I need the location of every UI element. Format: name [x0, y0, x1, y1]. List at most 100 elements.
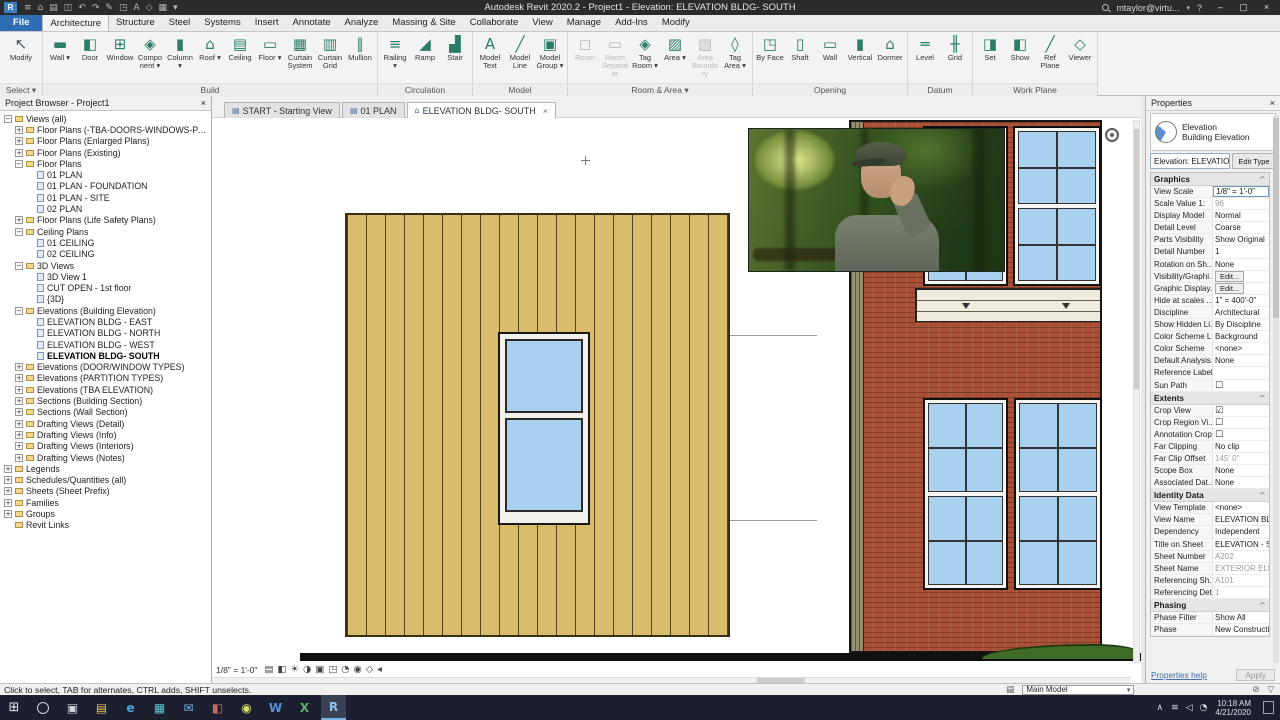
tab-steel[interactable]: Steel	[162, 14, 198, 31]
tree-item-elevation-bldg-west[interactable]: ELEVATION BLDG - WEST	[0, 339, 211, 350]
measure-icon[interactable]: ◳	[116, 3, 131, 13]
revit-icon[interactable]: R	[321, 695, 346, 720]
expand-icon[interactable]: +	[15, 137, 23, 146]
tool-ceiling[interactable]: ▤ Ceiling	[225, 33, 255, 83]
tab-collaborate[interactable]: Collaborate	[463, 14, 526, 31]
type-preview[interactable]: Elevation Building Elevation	[1150, 113, 1276, 151]
edit-button[interactable]: Edit...	[1215, 270, 1245, 282]
sun-path-icon[interactable]: ☀	[290, 664, 299, 675]
tool-grid[interactable]: ╫ Grid	[940, 33, 970, 83]
tool-area[interactable]: ▨ Area ▾	[660, 33, 690, 83]
expand-icon[interactable]: −	[4, 114, 12, 123]
tree-item-3d-view-1[interactable]: 3D View 1	[0, 271, 211, 282]
qat-more-icon[interactable]: ▾	[170, 3, 181, 13]
tool-wall[interactable]: ▬ Wall ▾	[45, 33, 75, 83]
network-icon[interactable]: ≋	[1171, 703, 1179, 713]
tree-item-floor-plans[interactable]: − Floor Plans	[0, 158, 211, 169]
user-menu-icon[interactable]: ▾	[1186, 4, 1190, 12]
edit-type-button[interactable]: Edit Type	[1232, 153, 1276, 169]
tool-tag-room[interactable]: ◈ Tag Room ▾	[630, 33, 660, 83]
tree-item-views-all[interactable]: − Views (all)	[0, 113, 211, 124]
tool-model-group[interactable]: ▣ Model Group ▾	[535, 33, 565, 83]
tool-ramp[interactable]: ◢ Ramp	[410, 33, 440, 83]
properties-scrollbar-thumb[interactable]	[1273, 118, 1279, 318]
tree-item-elevations-door-window-types[interactable]: + Elevations (DOOR/WINDOW TYPES)	[0, 362, 211, 373]
tool-column[interactable]: ▮ Column ▾	[165, 33, 195, 83]
temporary-view-properties-icon[interactable]: ◇	[366, 664, 373, 675]
prop-value[interactable]: Show Original	[1213, 234, 1269, 245]
type-selector[interactable]: Elevation: ELEVATION B ▾	[1150, 153, 1230, 169]
prop-value[interactable]: Edit...	[1213, 270, 1269, 282]
taskbar-clock[interactable]: 10:18 AM 4/21/2020	[1215, 699, 1251, 717]
tray-chevron-up-icon[interactable]: ∧	[1156, 703, 1163, 713]
tab-modify[interactable]: Modify	[655, 14, 697, 31]
tool-show[interactable]: ◧ Show	[1005, 33, 1035, 83]
prop-value[interactable]: Edit...	[1213, 282, 1269, 294]
tree-item-elevations-tba-elevation[interactable]: + Elevations (TBA ELEVATION)	[0, 384, 211, 395]
prop-value[interactable]: Normal	[1213, 210, 1269, 221]
properties-close-icon[interactable]: ×	[1270, 98, 1275, 108]
tree-item-drafting-views-info[interactable]: + Drafting Views (Info)	[0, 429, 211, 440]
tool-set[interactable]: ◨ Set	[975, 33, 1005, 83]
view-tab-01-plan[interactable]: ▤ 01 PLAN	[341, 102, 405, 118]
prop-value[interactable]: 1" = 400'-0"	[1213, 295, 1269, 306]
tool-model-line[interactable]: ╱ Model Line	[505, 33, 535, 83]
tab-systems[interactable]: Systems	[197, 14, 247, 31]
tab-add-ins[interactable]: Add-Ins	[608, 14, 655, 31]
prop-value[interactable]: EXTERIOR ELEVA...	[1213, 563, 1269, 574]
checkbox-icon[interactable]: ☐	[1215, 418, 1223, 428]
design-options-select[interactable]: Main Model ▾	[1022, 684, 1135, 695]
photos-icon[interactable]: ◧	[205, 695, 230, 720]
brick-window-lower-right[interactable]	[1014, 398, 1102, 590]
view-tab-elevation-bldg-south[interactable]: ⌂ ELEVATION BLDG- SOUTH ×	[406, 102, 557, 118]
prop-value[interactable]: None	[1213, 465, 1269, 476]
tree-item-drafting-views-notes[interactable]: + Drafting Views (Notes)	[0, 452, 211, 463]
prop-value[interactable]: ☐	[1213, 417, 1269, 428]
prop-value[interactable]: ELEVATION BLD...	[1213, 514, 1269, 525]
scale-button[interactable]: 1/8" = 1'-0"	[216, 665, 257, 675]
prop-value[interactable]: <none>	[1213, 502, 1269, 513]
tree-item-3d[interactable]: {3D}	[0, 294, 211, 305]
expand-icon[interactable]: −	[15, 261, 23, 270]
tree-item-elevations-partition-types[interactable]: + Elevations (PARTITION TYPES)	[0, 373, 211, 384]
crop-region-icon[interactable]: ◳	[328, 664, 337, 675]
tab-structure[interactable]: Structure	[109, 14, 162, 31]
edit-button[interactable]: Edit...	[1215, 282, 1245, 294]
properties-scrollbar[interactable]	[1273, 116, 1279, 663]
prop-value[interactable]: None	[1213, 355, 1269, 366]
tree-item-floor-plans-life-safety-plans[interactable]: + Floor Plans (Life Safety Plans)	[0, 215, 211, 226]
brick-window-lower-left[interactable]	[923, 398, 1008, 590]
visual-style-icon[interactable]: ◧	[277, 664, 286, 675]
default-3d-view-icon[interactable]: ◇	[143, 3, 156, 13]
tree-item-01-ceiling[interactable]: 01 CEILING	[0, 237, 211, 248]
checkbox-icon[interactable]: ☑	[1215, 406, 1223, 416]
expand-icon[interactable]: +	[15, 419, 23, 428]
close-view-icon[interactable]: ×	[543, 106, 548, 116]
expand-icon[interactable]: +	[15, 397, 23, 406]
temporary-hide-isolate-icon[interactable]: ◔	[341, 664, 349, 675]
edge-icon[interactable]: e	[118, 695, 143, 720]
expand-icon[interactable]: +	[4, 464, 12, 473]
prop-value[interactable]: None	[1213, 477, 1269, 488]
tab-annotate[interactable]: Annotate	[285, 14, 337, 31]
close-button[interactable]: ×	[1255, 2, 1278, 13]
prop-value[interactable]: 1	[1213, 587, 1269, 598]
text-icon[interactable]: A	[130, 3, 142, 13]
prop-value[interactable]: Architectural	[1213, 307, 1269, 318]
store-icon[interactable]: ▦	[147, 695, 172, 720]
task-view-icon[interactable]: ▣	[60, 695, 85, 720]
prop-value[interactable]: 1	[1213, 246, 1269, 257]
brick-window-upper-right[interactable]	[1013, 126, 1101, 286]
excel-icon[interactable]: X	[292, 695, 317, 720]
checkbox-icon[interactable]: ☐	[1215, 430, 1223, 440]
prop-value[interactable]: 1/8" = 1'-0"	[1213, 186, 1269, 198]
tree-item-drafting-views-detail[interactable]: + Drafting Views (Detail)	[0, 418, 211, 429]
maximize-button[interactable]: ▢	[1232, 2, 1255, 13]
undo-icon[interactable]: ↶	[75, 3, 89, 13]
section-identity-data[interactable]: Identity Data ^	[1151, 489, 1269, 503]
prop-value[interactable]: 145' 0"	[1213, 453, 1269, 464]
vertical-scrollbar[interactable]	[1133, 120, 1140, 663]
expand-icon[interactable]: +	[15, 430, 23, 439]
expand-icon[interactable]: +	[15, 385, 23, 394]
search-icon[interactable]	[1102, 4, 1110, 11]
